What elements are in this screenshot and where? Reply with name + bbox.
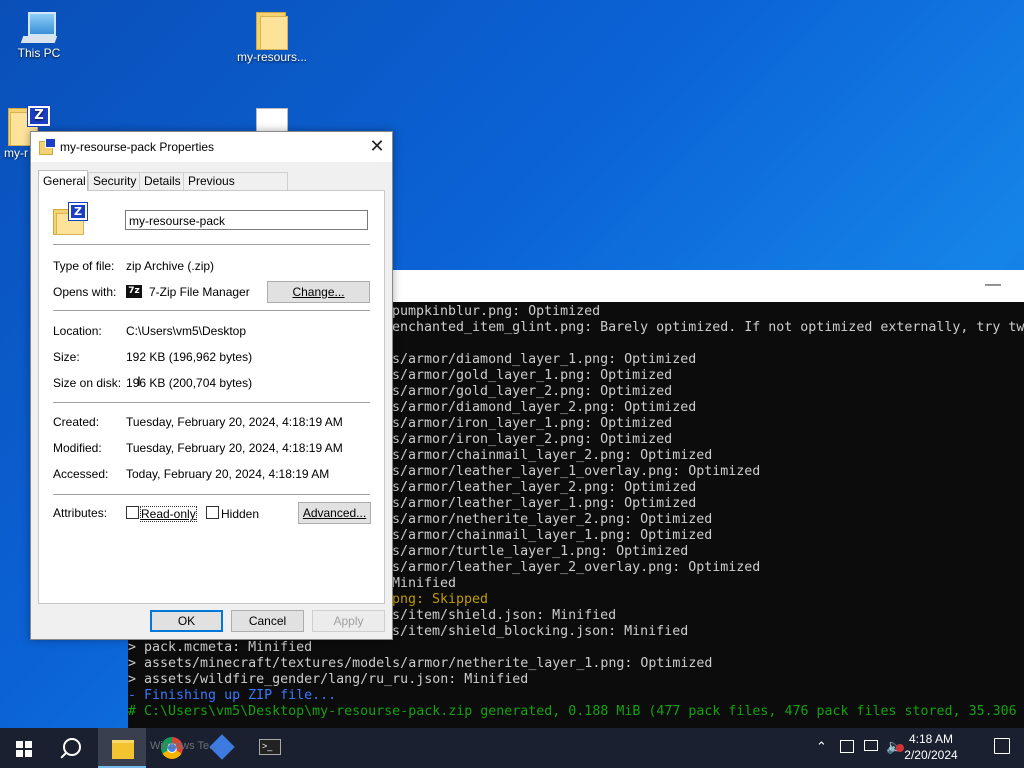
opens-with-label: Opens with: [53,285,117,299]
terminal-line: s/item/shield.json: Minified [392,608,617,623]
terminal-line: s/armor/iron_layer_1.png: Optimized [392,416,673,431]
opens-with-value: 7-Zip File Manager [149,285,250,299]
zip-file-icon [39,138,56,155]
terminal-line: s/armor/gold_layer_2.png: Optimized [392,384,673,399]
terminal-line: s/armor/leather_layer_2.png: Optimized [392,480,697,495]
type-of-file-label: Type of file: [53,259,115,273]
clock-time: 4:18 AM [908,732,954,746]
divider [53,244,370,245]
file-explorer-icon [112,740,134,759]
terminal-line: s/armor/iron_layer_2.png: Optimized [392,432,673,447]
search-icon-handle [60,751,68,759]
taskbar-terminal[interactable]: >_ Windows Te... [150,728,294,768]
terminal-line: s/armor/gold_layer_1.png: Optimized [392,368,673,383]
size-on-disk-value: 196 KB (200,704 bytes) [126,376,253,390]
tab-previous-versions[interactable]: Previous Versions [183,172,288,204]
terminal-line: s/armor/diamond_layer_1.png: Optimized [392,352,697,367]
terminal-line: s/armor/leather_layer_2_overlay.png: Opt… [392,560,761,575]
created-label: Created: [53,415,100,429]
desktop-icon-this-pc[interactable]: This PC [1,12,77,60]
terminal-line: s/armor/chainmail_layer_1.png: Optimized [392,528,713,543]
terminal-line: Minified [392,576,457,591]
size-value: 192 KB (196,962 bytes) [126,350,253,364]
dialog-title: my-resourse-pack Properties [60,140,215,154]
tab-general[interactable]: General [38,170,88,191]
taskbar-file-explorer[interactable] [98,728,146,768]
hidden-checkbox[interactable] [206,506,219,519]
taskbar: >_ Windows Te... ⌃ 🔈 4:18 AM 2/20/2024 [0,728,1024,768]
attributes-label: Attributes: [53,506,108,520]
desktop-icon-resource-folder[interactable]: my-resours... [234,10,310,64]
terminal-line: enchanted_item_glint.png: Barely optimiz… [392,320,1024,335]
terminal-line: > assets/wildfire_gender/lang/ru_ru.json… [128,672,529,687]
start-button[interactable] [0,728,48,768]
dialog-titlebar[interactable]: my-resourse-pack Properties ✕ [31,132,392,162]
clock[interactable]: 4:18 AM 2/20/2024 [896,731,966,763]
folder-icon [256,10,288,50]
terminal-line: s/armor/diamond_layer_2.png: Optimized [392,400,697,415]
file-name-input[interactable]: my-resourse-pack [125,210,368,230]
readonly-label[interactable]: Read-only [140,506,197,522]
modified-value: Tuesday, February 20, 2024, 4:18:19 AM [126,441,343,455]
notification-icon[interactable] [994,738,1010,754]
close-icon[interactable]: ✕ [366,135,388,157]
terminal-icon: >_ [259,739,281,755]
properties-dialog[interactable]: my-resourse-pack Properties ✕ General Se… [30,131,393,640]
type-of-file-value: zip Archive (.zip) [126,259,215,273]
advanced-button[interactable]: Advanced... [298,502,371,524]
size-on-disk-label: Size on disk: [53,376,122,390]
size-label: Size: [53,350,80,364]
cancel-button[interactable]: Cancel [231,610,304,632]
change-button[interactable]: Change... [267,281,370,303]
text-cursor-icon: I [137,373,141,389]
general-panel: Z my-resourse-pack Type of file: zip Arc… [38,190,385,604]
7zip-icon: 7z [126,285,142,298]
terminal-line: s/armor/turtle_layer_1.png: Optimized [392,544,689,559]
accessed-value: Today, February 20, 2024, 4:18:19 AM [126,467,330,481]
security-icon[interactable] [840,740,854,753]
minimize-icon[interactable]: — [984,277,1002,293]
terminal-line: pumpkinblur.png: Optimized [392,304,601,319]
terminal-line: > pack.mcmeta: Minified [128,640,313,655]
desktop-icon-label: my-resours... [236,50,307,64]
terminal-line: s/armor/leather_layer_1_overlay.png: Opt… [392,464,761,479]
terminal-line: s/armor/netherite_layer_2.png: Optimized [392,512,713,527]
terminal-line: s/armor/chainmail_layer_2.png: Optimized [392,448,713,463]
divider [53,402,370,403]
location-label: Location: [53,324,102,338]
zip-badge-icon: Z [69,203,87,220]
computer-icon [20,12,58,44]
created-value: Tuesday, February 20, 2024, 4:18:19 AM [126,415,343,429]
windows-logo-icon [16,741,32,757]
hidden-label[interactable]: Hidden [221,507,259,521]
apply-button[interactable]: Apply [312,610,385,632]
chevron-up-icon[interactable]: ⌃ [816,739,827,755]
modified-label: Modified: [53,441,102,455]
tab-details[interactable]: Details [139,172,184,190]
terminal-line: > assets/minecraft/textures/models/armor… [128,656,713,671]
advanced-button-label: Advanced... [302,506,367,520]
accessed-label: Accessed: [53,467,109,481]
divider [53,494,370,495]
terminal-task-label: Windows Te... [150,740,219,752]
change-button-label: Change... [292,285,345,299]
search-button[interactable] [48,728,96,768]
terminal-line: png: Skipped [392,592,489,607]
network-icon[interactable] [864,740,878,751]
terminal-line: - Finishing up ZIP file... [128,688,337,703]
readonly-checkbox[interactable] [126,506,139,519]
ok-button[interactable]: OK [150,610,223,632]
terminal-line: s/item/shield_blocking.json: Minified [392,624,689,639]
terminal-line: # C:\Users\vm5\Desktop\my-resourse-pack.… [128,704,1017,719]
location-value: C:\Users\vm5\Desktop [126,324,247,338]
zip-badge-icon: Z [28,106,50,126]
divider [53,310,370,311]
terminal-line: s/armor/leather_layer_1.png: Optimized [392,496,697,511]
clock-date: 2/20/2024 [904,748,958,762]
zip-folder-icon: Z [53,203,87,235]
desktop-icon-label: This PC [17,46,61,60]
tab-security[interactable]: Security [88,172,140,190]
